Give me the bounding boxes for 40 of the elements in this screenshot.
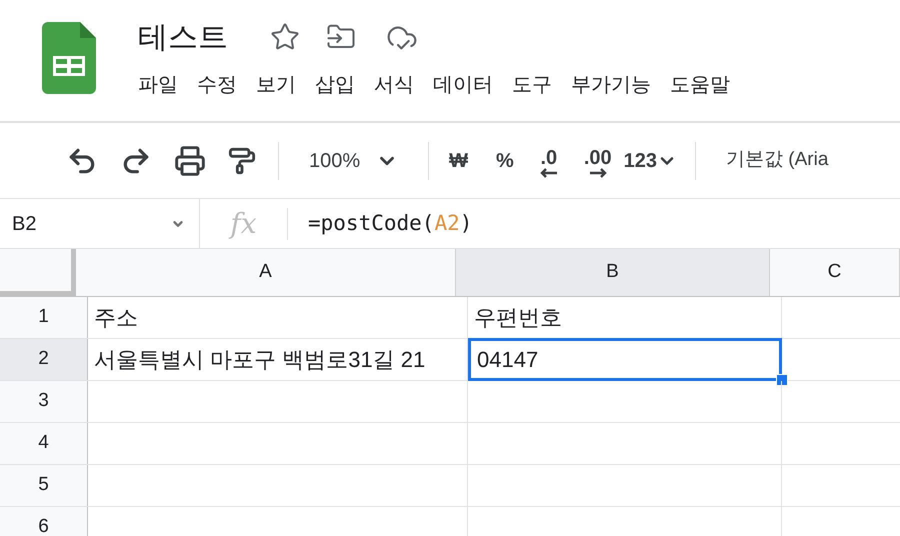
increase-decimal-button[interactable]: .00 <box>584 140 612 182</box>
menu-item[interactable]: 삽입 <box>315 70 355 100</box>
row-header[interactable]: 2 <box>0 339 88 380</box>
column-header[interactable]: B <box>456 249 770 296</box>
menu-item[interactable]: 도움말 <box>670 70 730 100</box>
column-header[interactable]: C <box>770 249 900 296</box>
paint-format-icon[interactable] <box>228 146 256 174</box>
zoom-dropdown[interactable]: 100% <box>309 146 398 176</box>
table-cell[interactable]: 서울특별시 마포구 백범로31길 21 <box>88 339 468 380</box>
menu-item[interactable]: 파일 <box>138 70 178 100</box>
row-header[interactable]: 5 <box>0 465 88 506</box>
document-title[interactable]: 테스트 <box>138 14 228 60</box>
formula-input[interactable]: =postCode(A2) <box>288 208 472 240</box>
name-box[interactable]: B2 <box>0 199 200 248</box>
decrease-decimal-button[interactable]: .0 <box>540 140 558 182</box>
menu-item[interactable]: 서식 <box>374 70 414 100</box>
print-icon[interactable] <box>174 144 206 176</box>
row-header[interactable]: 3 <box>0 381 88 422</box>
menu-item[interactable]: 데이터 <box>433 70 493 100</box>
currency-button[interactable]: ₩ <box>449 146 468 176</box>
spreadsheet-logo-icon[interactable] <box>42 22 96 94</box>
table-cell[interactable]: 주소 <box>88 297 468 338</box>
right-arrow-icon <box>588 168 607 178</box>
percent-button[interactable]: % <box>496 146 514 176</box>
function-label: fx <box>200 208 288 240</box>
row-header[interactable]: 1 <box>0 297 88 338</box>
menu-item[interactable]: 보기 <box>256 70 296 100</box>
left-arrow-icon <box>540 168 558 178</box>
row-header[interactable]: 6 <box>0 507 88 536</box>
row-header[interactable]: 4 <box>0 423 88 464</box>
table-cell[interactable]: 우편번호 <box>468 297 782 338</box>
column-header[interactable]: A <box>76 249 456 296</box>
menu-item[interactable]: 부가기능 <box>571 70 651 100</box>
menu-item[interactable]: 수정 <box>197 70 237 100</box>
number-format-dropdown[interactable]: 123 <box>624 146 678 176</box>
font-dropdown[interactable]: 기본값 (Aria <box>726 146 828 175</box>
active-cell[interactable]: 04147 <box>468 338 782 381</box>
menu-item[interactable]: 도구 <box>512 70 552 100</box>
fill-handle[interactable] <box>776 374 788 386</box>
star-icon[interactable] <box>270 22 300 52</box>
